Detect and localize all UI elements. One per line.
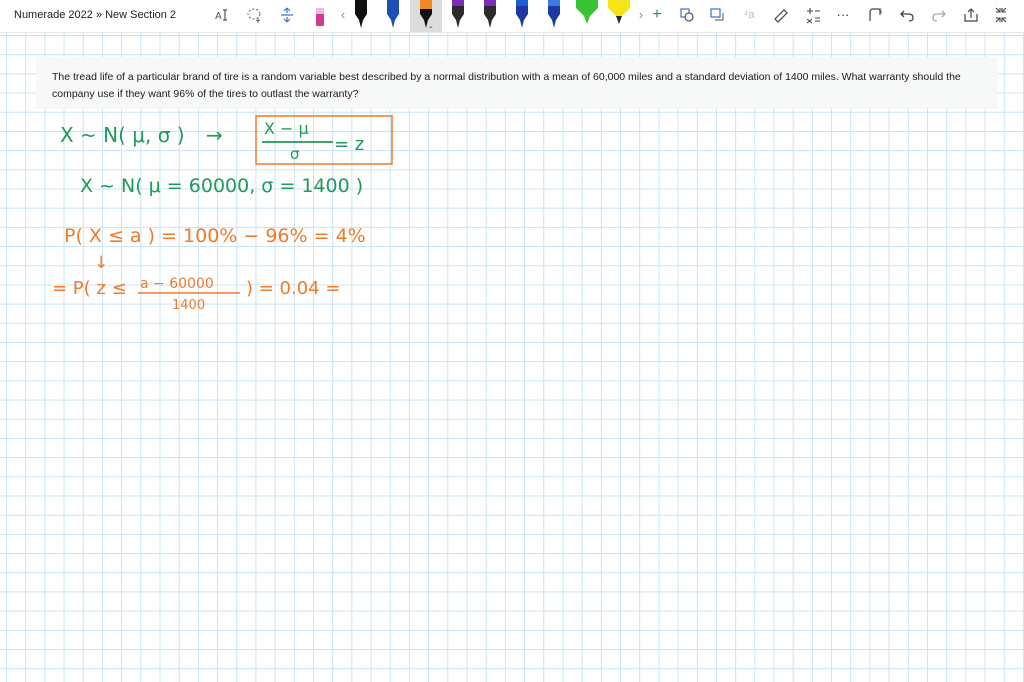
- ink-line-3: P( X ≤ a ) = 100% − 96% = 4%: [64, 225, 366, 247]
- ink-line-2: X ~ N( μ = 60000, σ = 1400 ): [80, 175, 363, 197]
- ink-text: = P( z ≤: [52, 278, 127, 299]
- ink-text: σ: [290, 145, 300, 163]
- ink-text: X − μ: [264, 119, 309, 138]
- ink-text: ) = 0.04 =: [246, 278, 340, 299]
- ink-text: = z: [334, 134, 364, 155]
- ink-text: X ~ N( μ, σ ): [60, 123, 185, 147]
- ink-text: a − 60000: [140, 276, 214, 292]
- ink-arrow: ↓: [94, 253, 108, 273]
- z-score-formula: X − μ σ = z: [262, 119, 364, 163]
- ink-line-5: = P( z ≤ a − 60000 1400 ) = 0.04 =: [52, 276, 340, 313]
- ink-text: 1400: [172, 298, 205, 313]
- handwritten-ink: X ~ N( μ, σ ) → X − μ σ = z X ~ N( μ = 6…: [52, 115, 393, 313]
- ink-line-1: X ~ N( μ, σ ) →: [60, 123, 223, 147]
- ink-text: →: [206, 123, 223, 147]
